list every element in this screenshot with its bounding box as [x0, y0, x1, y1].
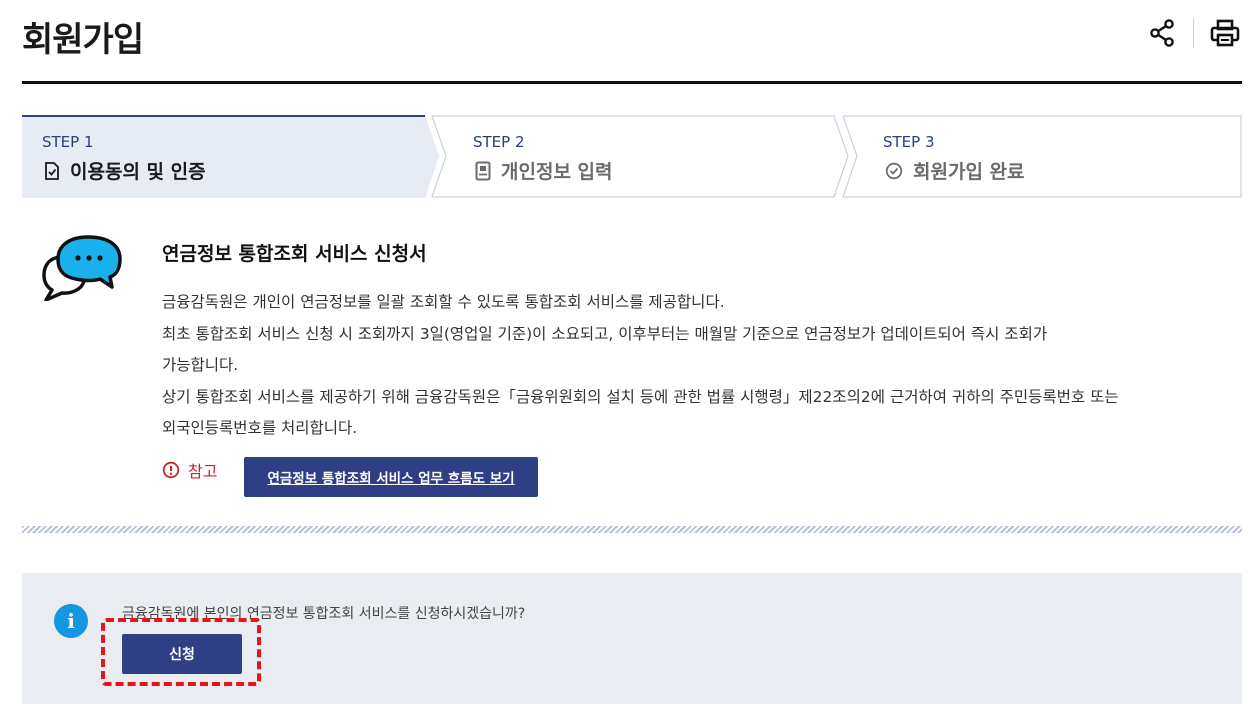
description-line: 외국인등록번호를 처리합니다. — [162, 419, 358, 437]
apply-question: 금융감독원에 본인의 연금정보 통합조회 서비스를 신청하시겠습니까? — [122, 606, 526, 622]
section-divider — [22, 526, 1242, 533]
share-icon — [1150, 19, 1174, 47]
step-2-title: 개인정보 입력 — [475, 157, 613, 184]
step-1-label: STEP 1 — [42, 133, 94, 151]
document-check-icon — [45, 161, 59, 180]
info-icon: i — [54, 604, 88, 638]
check-circle-icon — [885, 162, 903, 179]
print-icon — [1210, 19, 1240, 47]
service-description: 금융감독원은 개인이 연금정보를 일괄 조회할 수 있도록 통합조회 서비스를 … — [162, 287, 1242, 445]
step-indicator: STEP 1 이용동의 및 인증 STEP 2 개인정보 입력 STEP 3 회… — [22, 115, 1242, 198]
service-intro: 연금정보 통합조회 서비스 신청서 금융감독원은 개인이 연금정보를 일괄 조회… — [22, 215, 1242, 515]
step-2-title-text: 개인정보 입력 — [501, 161, 613, 183]
step-2-label: STEP 2 — [473, 133, 525, 151]
description-line: 최초 통합조회 서비스 신청 시 조회까지 3일(영업일 기준)이 소요되고, … — [162, 324, 1048, 343]
description-line: 가능합니다. — [162, 356, 239, 374]
view-flowchart-button[interactable]: 연금정보 통합조회 서비스 업무 흐름도 보기 — [244, 457, 538, 497]
step-1-title-text: 이용동의 및 인증 — [70, 161, 206, 183]
reference-label: 참고 — [188, 462, 218, 481]
service-title: 연금정보 통합조회 서비스 신청서 — [162, 243, 427, 265]
description-line: 금융감독원은 개인이 연금정보를 일괄 조회할 수 있도록 통합조회 서비스를 … — [162, 293, 725, 311]
share-button[interactable] — [1145, 16, 1179, 50]
chat-bubbles-icon — [42, 235, 122, 301]
alert-circle-icon — [162, 461, 180, 479]
description-line: 상기 통합조회 서비스를 제공하기 위해 금융감독원은「금융위원회의 설치 등에… — [162, 387, 1119, 406]
apply-confirmation-panel: i 금융감독원에 본인의 연금정보 통합조회 서비스를 신청하시겠습니까? 신청 — [22, 573, 1242, 704]
step-3-title-text: 회원가입 완료 — [913, 161, 1025, 183]
apply-button[interactable]: 신청 — [122, 634, 242, 674]
header-tools — [1145, 16, 1242, 50]
id-card-icon — [475, 161, 491, 180]
page-title: 회원가입 — [22, 20, 144, 60]
print-button[interactable] — [1208, 16, 1242, 50]
step-3-title: 회원가입 완료 — [885, 157, 1025, 184]
page-header: 회원가입 — [22, 0, 1242, 84]
step-1-title: 이용동의 및 인증 — [44, 157, 206, 184]
step-3-label: STEP 3 — [883, 133, 935, 151]
header-divider — [1193, 18, 1194, 48]
reference-note: 참고 — [162, 458, 217, 482]
